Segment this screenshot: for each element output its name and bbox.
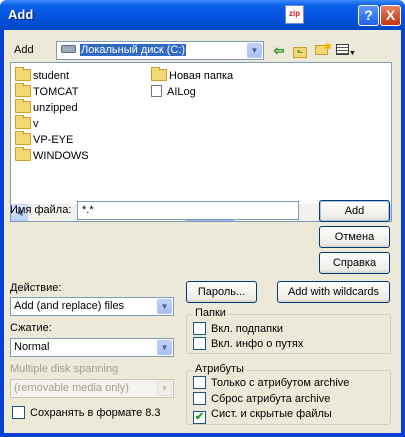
window-title: Add bbox=[8, 7, 34, 22]
filename-value: *.* bbox=[82, 204, 94, 216]
reset-archive-checkbox[interactable]: Сброс атрибута archive bbox=[193, 392, 330, 405]
save83-checkbox[interactable]: Сохранять в формате 8.3 bbox=[12, 406, 161, 419]
add-in-label: Add bbox=[14, 44, 34, 56]
attributes-group-title: Атрибуты bbox=[193, 363, 246, 375]
attributes-group: Атрибуты Только с атрибутом archive Сбро… bbox=[186, 363, 391, 425]
filename-input[interactable]: *.* bbox=[77, 201, 299, 220]
file-icon bbox=[151, 85, 162, 97]
list-item[interactable]: WINDOWS bbox=[15, 147, 89, 165]
cancel-button[interactable]: Отмена bbox=[319, 226, 390, 248]
up-folder-icon[interactable]: ⬑ bbox=[291, 42, 309, 60]
folder-icon bbox=[15, 115, 31, 129]
system-hidden-files-checkbox[interactable]: ✔ Сист. и скрытые файлы bbox=[193, 408, 332, 424]
filename-label: Имя файла: bbox=[10, 204, 72, 216]
add-dialog-window: Add zip ? X Add Локальный диск (C:) ▼ ⇦ … bbox=[0, 0, 405, 437]
title-bar[interactable]: Add zip ? X bbox=[0, 0, 405, 30]
action-select[interactable]: Add (and replace) files ▼ bbox=[10, 297, 174, 316]
folder-icon bbox=[15, 147, 31, 161]
back-arrow-icon[interactable]: ⇦ bbox=[270, 42, 288, 60]
view-menu-icon[interactable]: ▼ bbox=[334, 42, 358, 60]
action-select-value: Add (and replace) files bbox=[14, 300, 125, 312]
add-with-wildcards-button[interactable]: Add with wildcards bbox=[277, 281, 390, 303]
add-button[interactable]: Add bbox=[319, 200, 390, 222]
archive-only-label: Только с атрибутом archive bbox=[211, 377, 350, 389]
drive-select-value: Локальный диск (C:) bbox=[80, 44, 187, 56]
save83-label: Сохранять в формате 8.3 bbox=[30, 407, 161, 419]
list-item[interactable]: AILog bbox=[151, 85, 196, 101]
system-hidden-files-label: Сист. и скрытые файлы bbox=[211, 408, 332, 420]
folder-icon bbox=[15, 131, 31, 145]
help-title-button[interactable]: ? bbox=[358, 5, 379, 26]
folder-icon bbox=[15, 99, 31, 113]
help-button[interactable]: Справка bbox=[319, 252, 390, 274]
password-button[interactable]: Пароль... bbox=[186, 281, 257, 303]
folder-icon bbox=[15, 83, 31, 97]
chevron-down-icon[interactable]: ▼ bbox=[247, 43, 262, 58]
dialog-client-area: Add Локальный диск (C:) ▼ ⇦ ⬑ ✱ ▼ studen… bbox=[4, 30, 401, 433]
spanning-select-value: (removable media only) bbox=[14, 382, 129, 394]
checkbox-box[interactable] bbox=[193, 322, 206, 335]
list-item[interactable]: Новая папка bbox=[151, 67, 233, 85]
compression-label: Сжатие: bbox=[10, 322, 52, 334]
list-item[interactable]: unzipped bbox=[15, 99, 78, 117]
folder-icon bbox=[15, 67, 31, 81]
compression-select-value: Normal bbox=[14, 341, 50, 353]
chevron-down-icon: ▼ bbox=[157, 381, 172, 396]
list-item[interactable]: TOMCAT bbox=[15, 83, 78, 101]
spanning-select: (removable media only) ▼ bbox=[10, 379, 174, 398]
drive-select[interactable]: Локальный диск (C:) ▼ bbox=[56, 41, 264, 60]
checkbox-box[interactable] bbox=[193, 392, 206, 405]
checkbox-box[interactable] bbox=[12, 406, 25, 419]
folders-group: Папки Вкл. подпапки Вкл. инфо о путях bbox=[186, 307, 391, 354]
checkbox-box[interactable] bbox=[193, 337, 206, 350]
archive-only-checkbox[interactable]: Только с атрибутом archive bbox=[193, 376, 349, 389]
checkbox-box[interactable] bbox=[193, 376, 206, 389]
include-subfolders-checkbox[interactable]: Вкл. подпапки bbox=[193, 322, 283, 335]
chevron-down-icon[interactable]: ▼ bbox=[157, 299, 172, 314]
spanning-label: Multiple disk spanning bbox=[10, 363, 119, 375]
reset-archive-label: Сброс атрибута archive bbox=[211, 393, 331, 405]
checkmark-icon[interactable]: ✔ bbox=[193, 411, 206, 424]
include-path-info-label: Вкл. инфо о путях bbox=[211, 338, 304, 350]
new-folder-icon[interactable]: ✱ bbox=[312, 42, 332, 60]
action-label: Действие: bbox=[10, 282, 62, 294]
compression-select[interactable]: Normal ▼ bbox=[10, 338, 174, 357]
include-subfolders-label: Вкл. подпапки bbox=[211, 323, 284, 335]
folder-icon bbox=[151, 67, 167, 81]
close-title-button[interactable]: X bbox=[380, 5, 401, 26]
folders-group-title: Папки bbox=[193, 307, 228, 319]
include-path-info-checkbox[interactable]: Вкл. инфо о путях bbox=[193, 337, 303, 350]
file-list[interactable]: student TOMCAT unzipped v VP-EYE WINDOWS… bbox=[10, 62, 392, 222]
chevron-down-icon[interactable]: ▼ bbox=[157, 340, 172, 355]
drive-icon bbox=[61, 45, 76, 53]
zip-icon: zip bbox=[285, 5, 304, 24]
